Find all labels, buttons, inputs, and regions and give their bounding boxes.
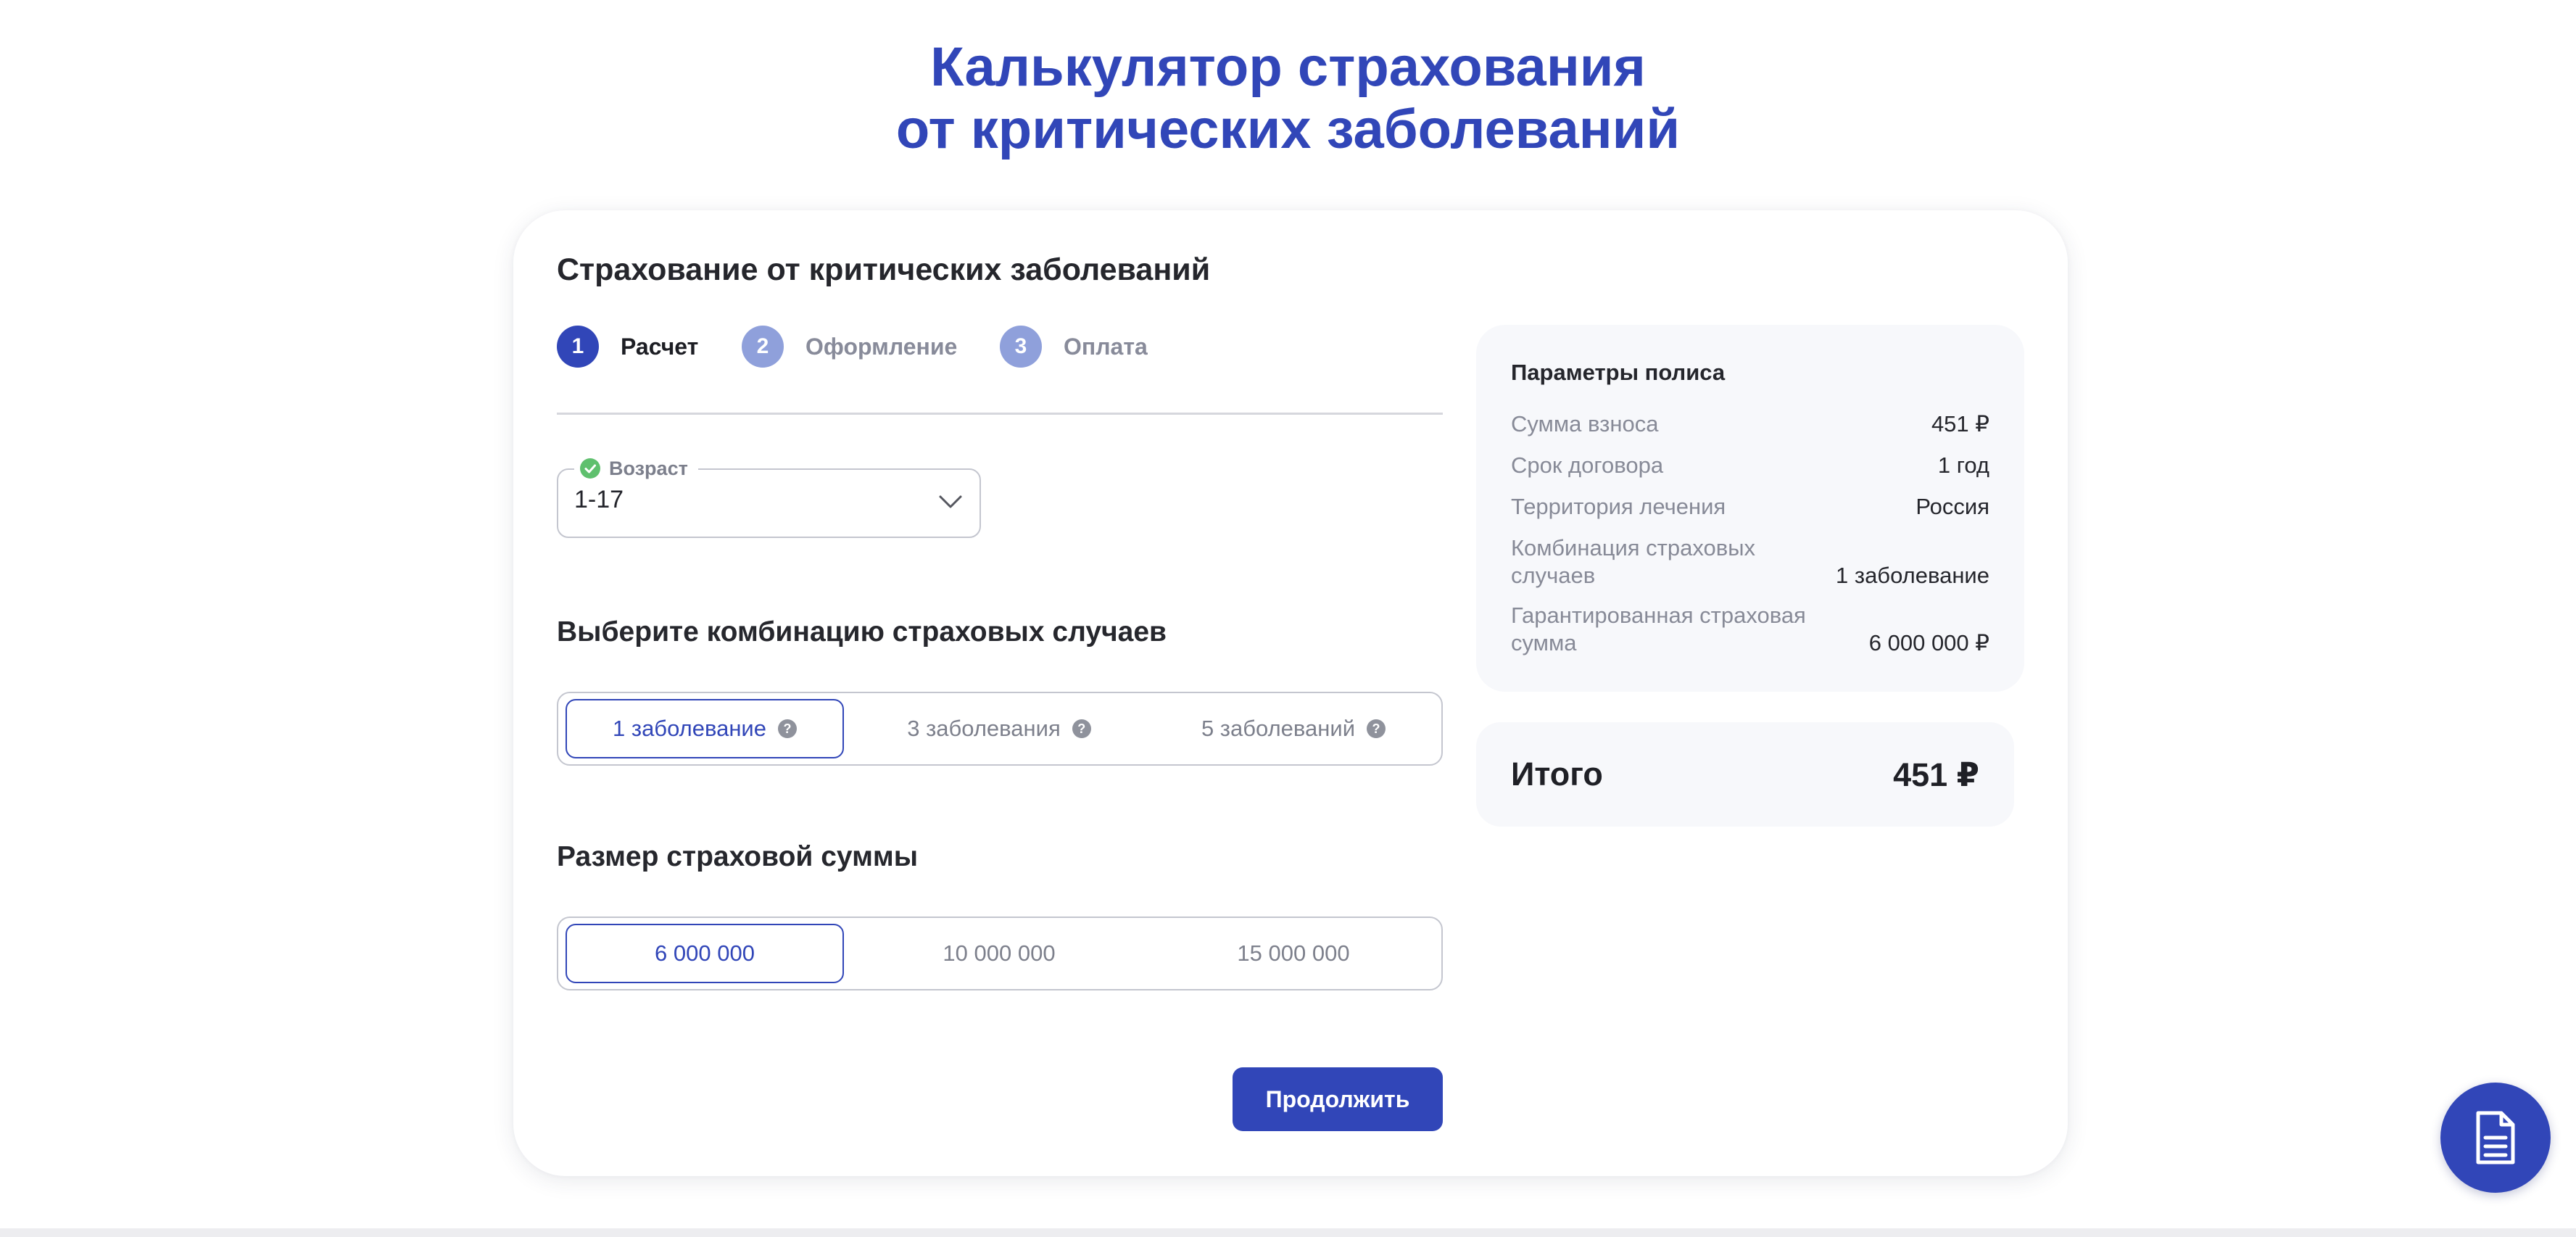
option-label: 5 заболеваний [1201, 716, 1356, 741]
page-title: Калькулятор страхования от критических з… [0, 36, 2576, 161]
param-label-line-1: Гарантированная страховая [1511, 603, 1806, 628]
param-label-line-2: случаев [1511, 563, 1596, 588]
continue-button[interactable]: Продолжить [1233, 1067, 1443, 1131]
step-label: Оформление [805, 333, 958, 360]
age-select[interactable]: Возраст 1-17 [557, 454, 981, 538]
step-label: Оплата [1064, 333, 1148, 360]
step-number: 1 [557, 326, 599, 368]
combination-option-5[interactable]: 5 заболеваний ? [1154, 699, 1433, 758]
age-label: Возраст [609, 457, 688, 479]
age-value: 1-17 [574, 486, 624, 513]
param-label-line-1: Комбинация страховых [1511, 535, 1755, 560]
param-label: Срок договора [1511, 452, 1664, 478]
combination-option-1[interactable]: 1 заболевание ? [566, 699, 844, 758]
page-bottom-strip [0, 1228, 2576, 1237]
step-number: 2 [742, 326, 784, 368]
step-payment[interactable]: 3 Оплата [1000, 325, 1148, 368]
combination-selector: 1 заболевание ? 3 заболевания ? 5 заболе… [557, 692, 1443, 766]
question-icon[interactable]: ? [1072, 719, 1091, 738]
step-calculation[interactable]: 1 Расчет [557, 325, 698, 368]
question-icon[interactable]: ? [778, 719, 797, 738]
page-title-line-1: Калькулятор страхования [930, 36, 1646, 98]
param-value: 451 ₽ [1931, 411, 1989, 437]
form-title: Страхование от критических заболеваний [557, 252, 1211, 287]
page-title-line-2: от критических заболеваний [895, 99, 1681, 160]
chevron-down-icon[interactable] [937, 493, 964, 510]
param-value: 1 заболевание [1836, 563, 1989, 588]
sum-selector: 6 000 000 10 000 000 15 000 000 [557, 917, 1443, 990]
document-icon [2476, 1111, 2515, 1164]
param-row-premium: Сумма взноса 451 ₽ [1511, 410, 1989, 439]
param-row-sum: Гарантированная страховая сумма 6 000 00… [1511, 602, 1989, 658]
sum-option-6m[interactable]: 6 000 000 [566, 924, 844, 983]
step-registration[interactable]: 2 Оформление [742, 325, 957, 368]
option-label: 1 заболевание [613, 716, 766, 741]
calculator-card: Страхование от критических заболеваний 1… [513, 210, 2068, 1176]
param-row-combination: Комбинация страховых случаев 1 заболеван… [1511, 534, 1989, 591]
param-value: 1 год [1937, 452, 1989, 478]
param-label: Территория лечения [1511, 494, 1726, 519]
age-field-label: Возраст [574, 454, 698, 483]
param-label-line-2: сумма [1511, 630, 1577, 655]
combination-option-3[interactable]: 3 заболевания ? [860, 699, 1138, 758]
document-fab-button[interactable] [2440, 1083, 2551, 1193]
sum-option-10m[interactable]: 10 000 000 [860, 924, 1138, 983]
total-value: 451 ₽ [1893, 756, 1979, 793]
total-panel: Итого 451 ₽ [1476, 722, 2014, 827]
param-value: Россия [1916, 494, 1989, 519]
policy-parameters-title: Параметры полиса [1511, 360, 1726, 385]
param-row-territory: Территория лечения Россия [1511, 493, 1989, 522]
policy-parameters-panel: Параметры полиса Сумма взноса 451 ₽ Срок… [1476, 325, 2024, 692]
sum-option-15m[interactable]: 15 000 000 [1154, 924, 1433, 983]
steps-divider [557, 413, 1443, 415]
check-circle-icon [580, 458, 600, 479]
step-number: 3 [1000, 326, 1042, 368]
combination-heading: Выберите комбинацию страховых случаев [557, 616, 1167, 648]
param-label: Сумма взноса [1511, 411, 1659, 437]
param-row-term: Срок договора 1 год [1511, 452, 1989, 481]
step-label: Расчет [621, 333, 699, 360]
option-label: 3 заболевания [907, 716, 1061, 741]
question-icon[interactable]: ? [1367, 719, 1386, 738]
total-label: Итого [1511, 756, 1603, 793]
param-value: 6 000 000 ₽ [1868, 630, 1989, 655]
sum-heading: Размер страховой суммы [557, 841, 919, 872]
